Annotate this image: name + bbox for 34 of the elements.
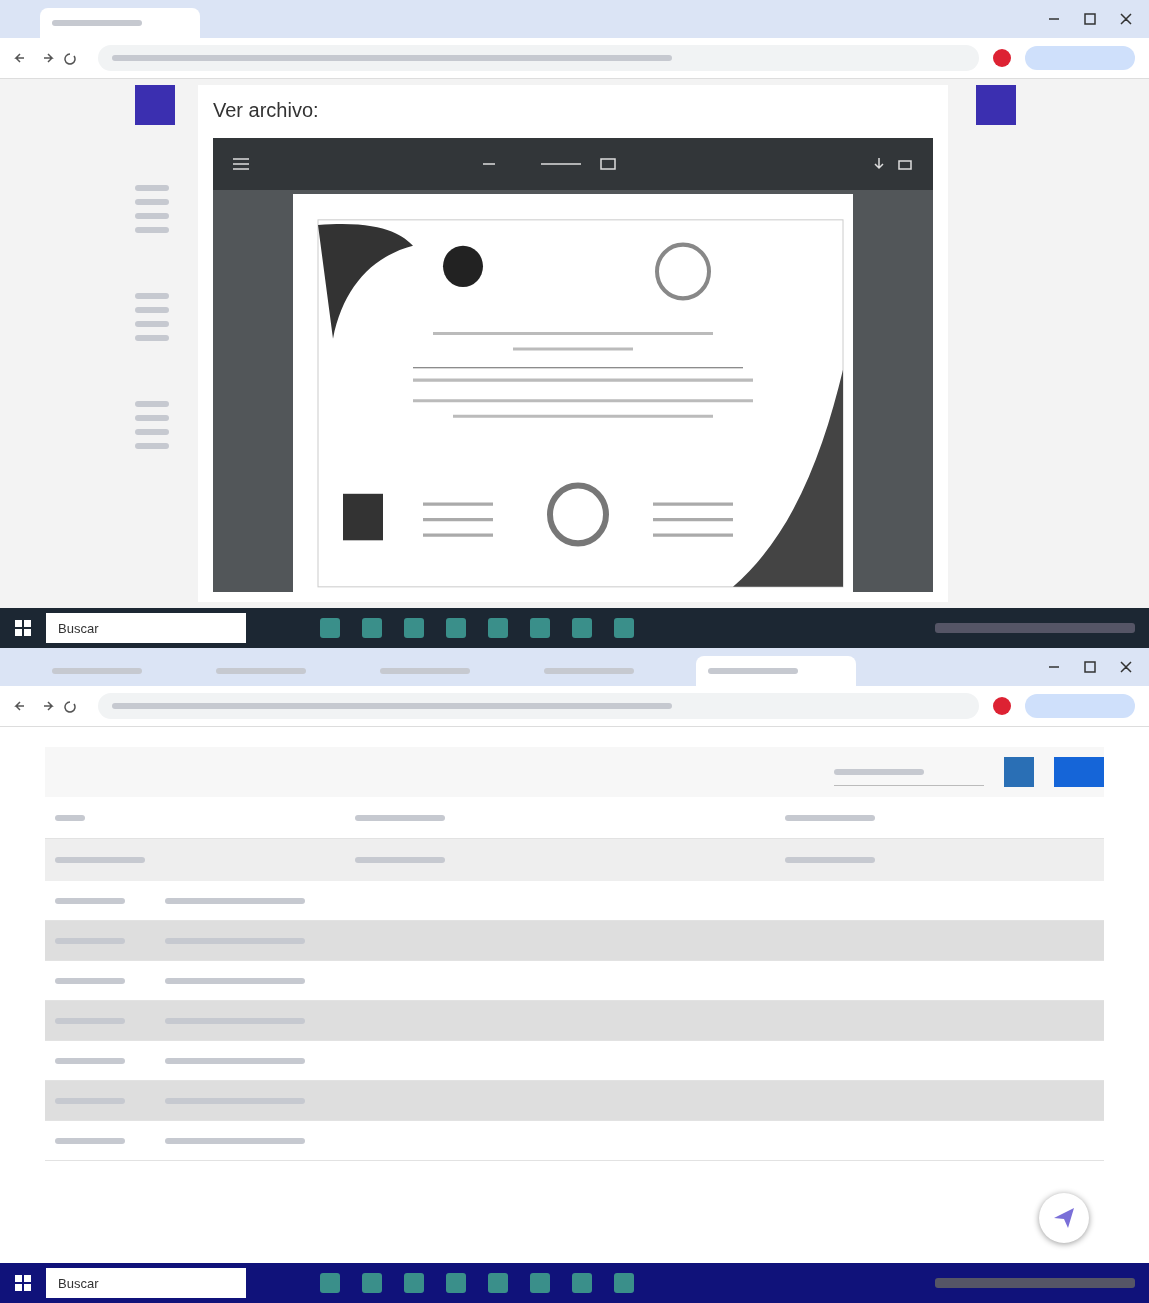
add-button[interactable] [1054, 757, 1104, 787]
taskbar-app-icon[interactable] [488, 618, 508, 638]
browser-tab[interactable] [696, 656, 856, 686]
address-bar[interactable] [98, 45, 979, 71]
address-bar[interactable] [98, 693, 979, 719]
taskbar-app-icon[interactable] [404, 618, 424, 638]
taskbar-app-icon[interactable] [530, 1273, 550, 1293]
taskbar-search-field[interactable]: Buscar [46, 1268, 246, 1298]
download-print-icon[interactable] [873, 157, 913, 171]
taskbar-app-icon[interactable] [446, 1273, 466, 1293]
filter-button[interactable] [1004, 757, 1034, 787]
profile-button[interactable] [1025, 694, 1135, 718]
taskbar-app-icon[interactable] [572, 618, 592, 638]
dialog-title: Ver archivo: [213, 98, 320, 123]
taskbar-app-icon[interactable] [404, 1273, 424, 1293]
taskbar-app-icon[interactable] [320, 1273, 340, 1293]
taskbar-app-icon[interactable] [362, 1273, 382, 1293]
taskbar-app-icon[interactable] [362, 618, 382, 638]
profile-avatar[interactable] [993, 49, 1011, 67]
profile-button[interactable] [1025, 46, 1135, 70]
send-icon[interactable] [1039, 1193, 1089, 1243]
taskbar-search-field[interactable]: Buscar [46, 613, 246, 643]
taskbar-app-icon[interactable] [614, 618, 634, 638]
browser-tab[interactable] [40, 8, 200, 38]
profile-avatar[interactable] [993, 697, 1011, 715]
taskbar-app-icon[interactable] [614, 1273, 634, 1293]
windows-start-icon[interactable] [14, 619, 32, 637]
menu-icon[interactable] [233, 158, 249, 170]
windows-start-icon[interactable] [14, 1274, 32, 1292]
taskbar-app-icon[interactable] [446, 618, 466, 638]
taskbar-app-icon[interactable] [488, 1273, 508, 1293]
taskbar-app-icon[interactable] [572, 1273, 592, 1293]
taskbar-app-icon[interactable] [320, 618, 340, 638]
taskbar-app-icon[interactable] [530, 618, 550, 638]
